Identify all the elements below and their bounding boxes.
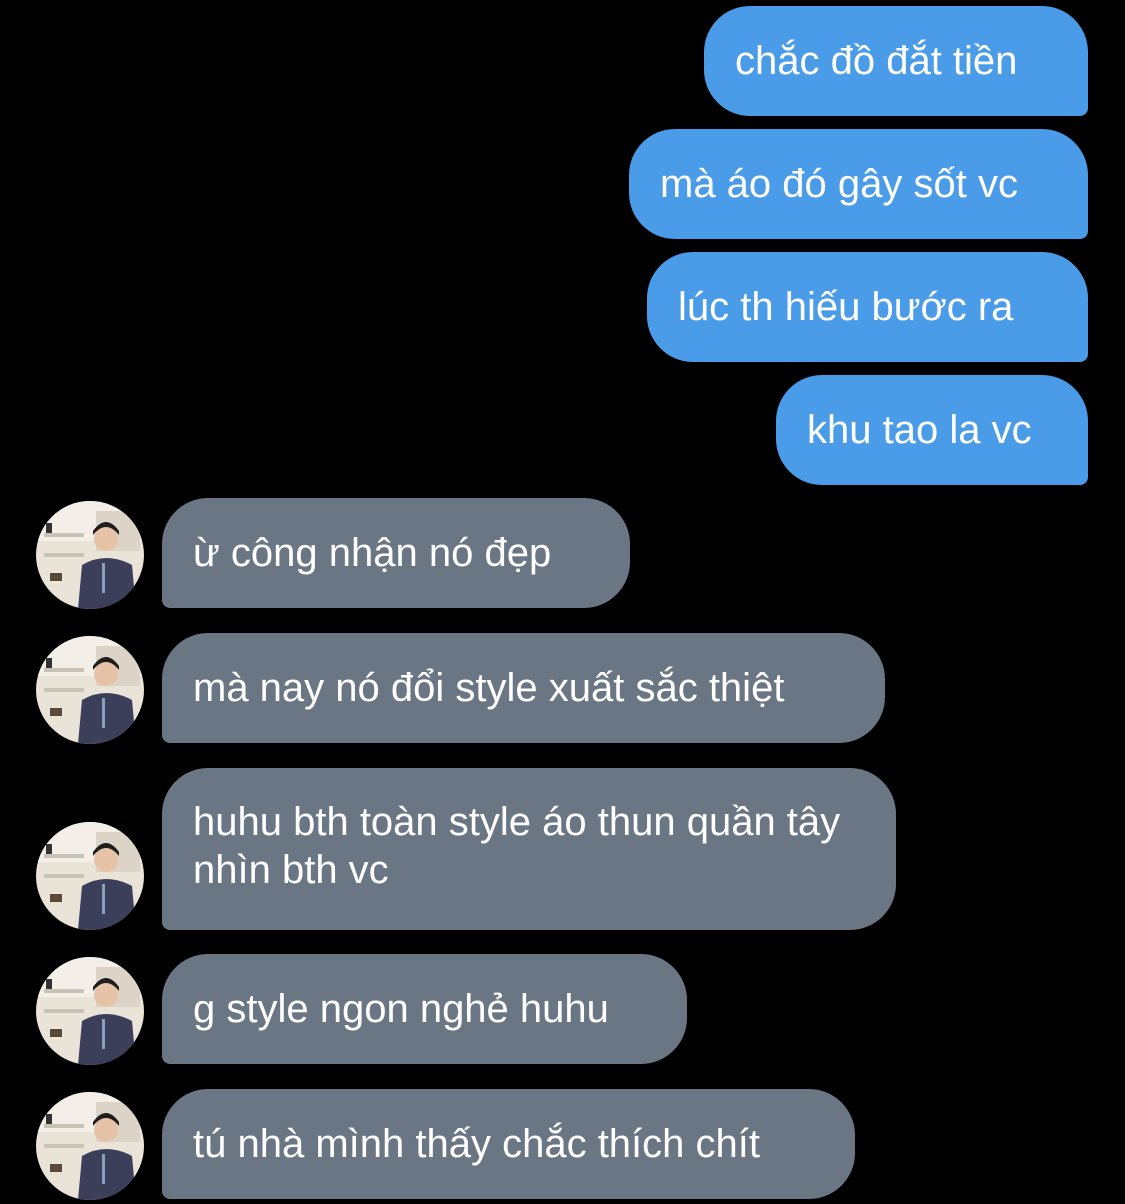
message-bubble-incoming[interactable]: ừ công nhận nó đẹp: [162, 498, 630, 608]
contact-avatar[interactable]: [36, 1092, 144, 1200]
chat-screen: { "colors": { "background": "#000000", "…: [0, 0, 1125, 1204]
contact-avatar[interactable]: [36, 822, 144, 930]
person-photo-icon: [36, 957, 144, 1065]
message-bubble-outgoing[interactable]: lúc th hiếu bước ra: [647, 252, 1088, 362]
person-photo-icon: [36, 1092, 144, 1200]
person-photo-icon: [36, 636, 144, 744]
message-bubble-incoming[interactable]: huhu bth toàn style áo thun quần tây nhì…: [162, 768, 896, 930]
contact-avatar[interactable]: [36, 957, 144, 1065]
message-text: mà áo đó gây sốt vc: [660, 162, 1018, 206]
message-text: chắc đồ đắt tiền: [735, 39, 1018, 83]
message-text: tú nhà mình thấy chắc thích chít: [193, 1122, 760, 1166]
message-text: g style ngon nghẻ huhu: [193, 987, 609, 1031]
message-text: huhu bth toàn style áo thun quần tây nhì…: [193, 800, 841, 892]
message-text: lúc th hiếu bước ra: [678, 285, 1014, 329]
message-bubble-outgoing[interactable]: mà áo đó gây sốt vc: [629, 129, 1088, 239]
message-bubble-incoming[interactable]: mà nay nó đổi style xuất sắc thiệt: [162, 633, 885, 743]
message-bubble-incoming[interactable]: tú nhà mình thấy chắc thích chít: [162, 1089, 855, 1199]
message-bubble-outgoing[interactable]: chắc đồ đắt tiền: [704, 6, 1088, 116]
person-photo-icon: [36, 501, 144, 609]
message-text: khu tao la vc: [807, 408, 1032, 452]
message-bubble-incoming[interactable]: g style ngon nghẻ huhu: [162, 954, 687, 1064]
message-text: ừ công nhận nó đẹp: [193, 531, 552, 575]
contact-avatar[interactable]: [36, 501, 144, 609]
person-photo-icon: [36, 822, 144, 930]
message-bubble-outgoing[interactable]: khu tao la vc: [776, 375, 1088, 485]
message-text: mà nay nó đổi style xuất sắc thiệt: [193, 666, 785, 710]
contact-avatar[interactable]: [36, 636, 144, 744]
